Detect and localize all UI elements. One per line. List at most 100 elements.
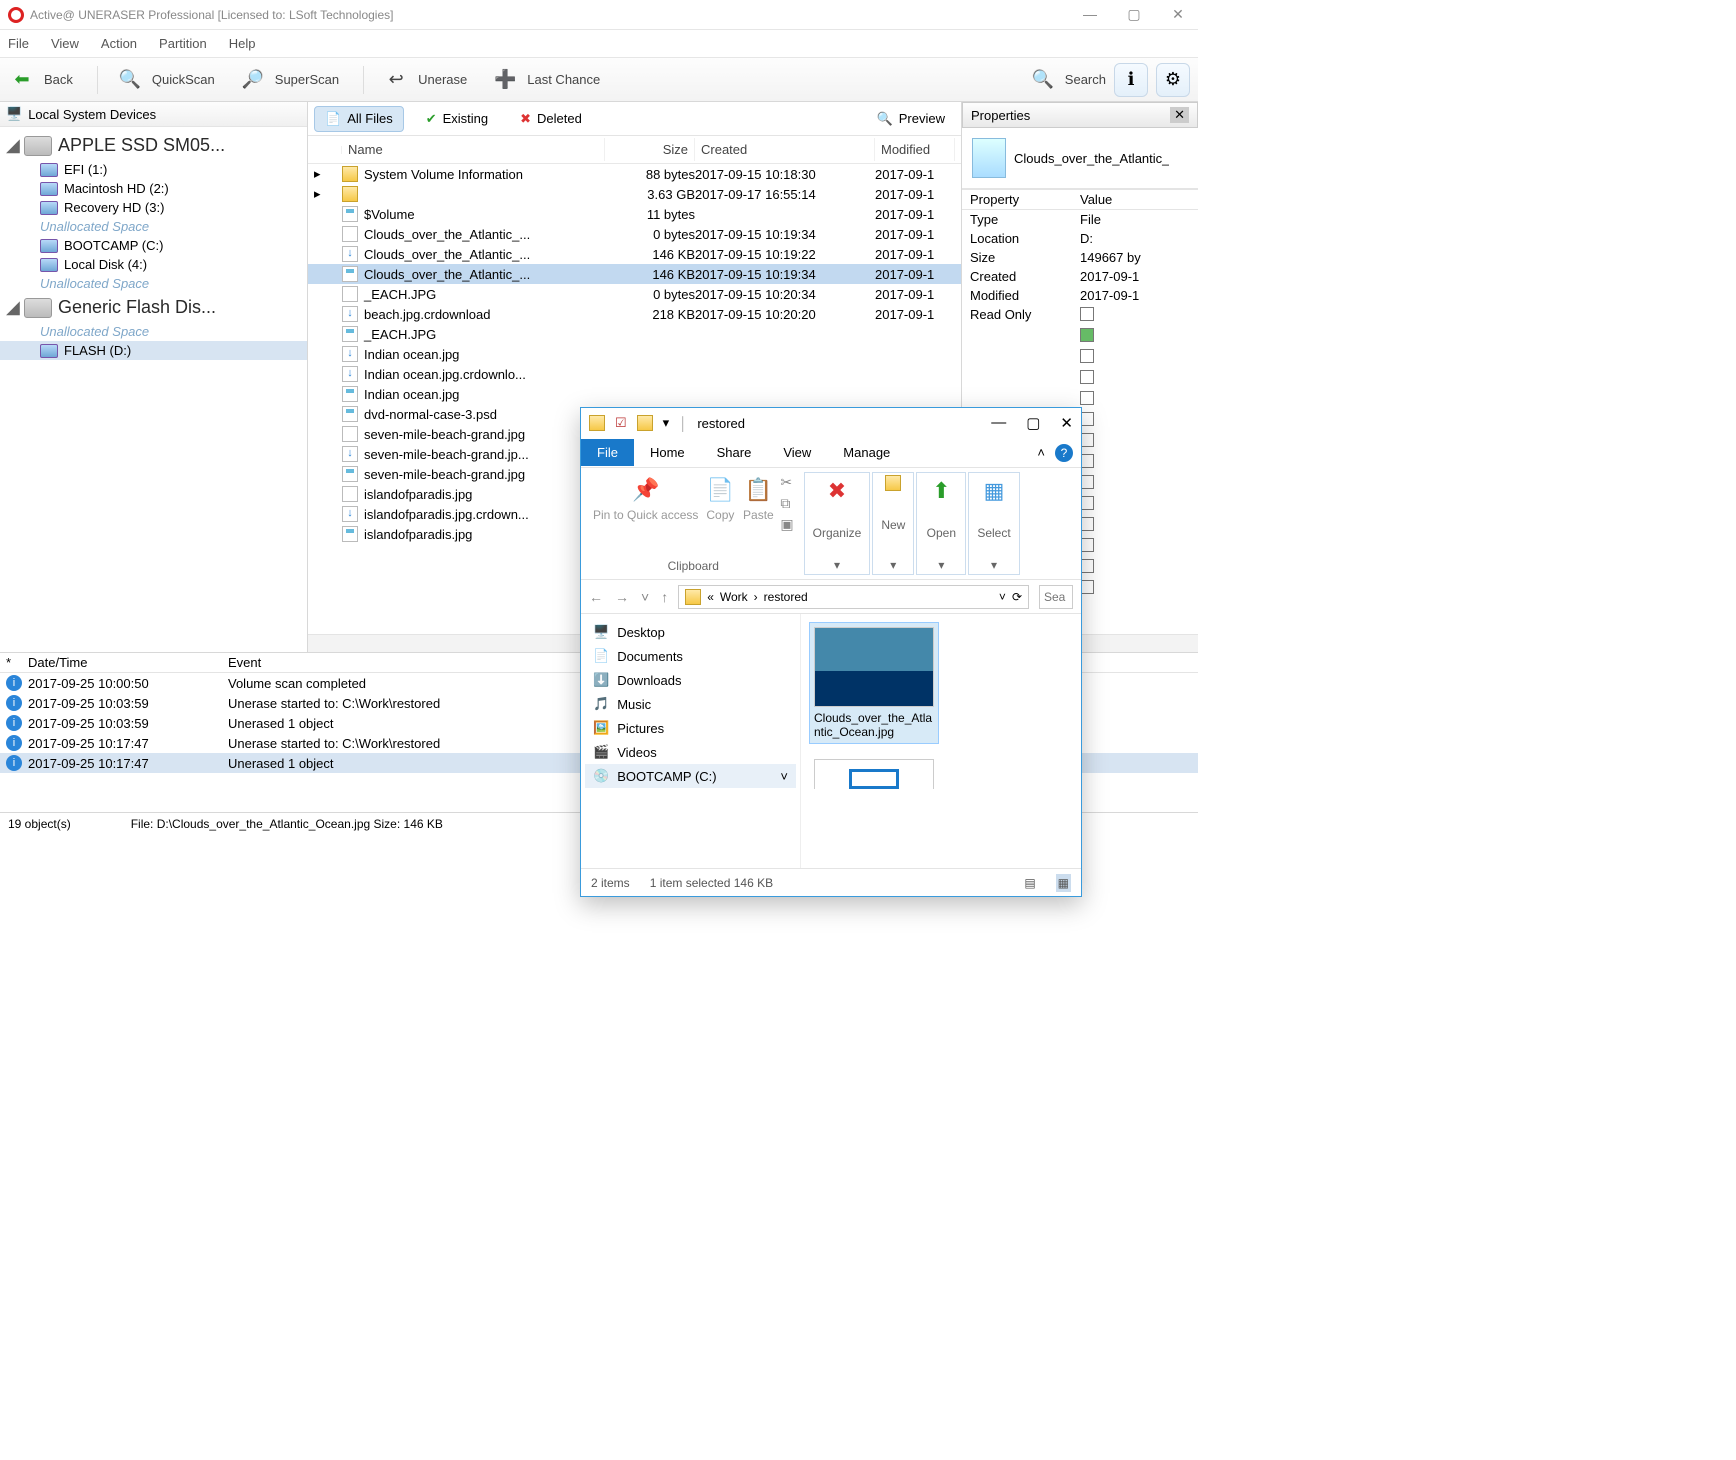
explorer-titlebar[interactable]: ☑ ▾ │ restored — ▢ ✕ [581, 408, 1081, 438]
lastchance-button[interactable]: ➕ Last Chance [491, 66, 600, 94]
checkbox[interactable] [1080, 517, 1094, 531]
explorer-window[interactable]: ☑ ▾ │ restored — ▢ ✕ File Home Share Vie… [580, 407, 1082, 897]
col-modified[interactable]: Modified [875, 138, 955, 161]
nav-item[interactable]: 🎬Videos [585, 740, 796, 764]
checkbox[interactable] [1080, 496, 1094, 510]
menu-partition[interactable]: Partition [159, 36, 207, 51]
file-row[interactable]: Clouds_over_the_Atlantic_...146 KB2017-0… [308, 244, 961, 264]
nav-item[interactable]: 🎵Music [585, 692, 796, 716]
volume-node[interactable]: BOOTCAMP (C:) [0, 236, 307, 255]
checkbox[interactable] [1080, 349, 1094, 363]
checkbox[interactable] [1080, 391, 1094, 405]
menu-view[interactable]: View [51, 36, 79, 51]
nav-history-icon[interactable]: ˅ [641, 589, 649, 605]
explorer-tab-file[interactable]: File [581, 439, 634, 466]
menu-help[interactable]: Help [229, 36, 256, 51]
file-thumbnail[interactable]: Clouds_over_the_Atlantic_Ocean.jpg [809, 622, 939, 744]
volume-node[interactable]: Recovery HD (3:) [0, 198, 307, 217]
properties-close-icon[interactable]: ✕ [1170, 107, 1189, 123]
explorer-tab-manage[interactable]: Manage [827, 439, 906, 466]
search-button[interactable]: 🔍 Search [1029, 66, 1106, 94]
checkbox[interactable] [1080, 580, 1094, 594]
help-icon[interactable]: ? [1055, 444, 1073, 462]
col-name[interactable]: Name [342, 138, 605, 161]
col-created[interactable]: Created [695, 138, 875, 161]
file-row[interactable]: Indian ocean.jpg.crdownlo... [308, 364, 961, 384]
checkbox[interactable] [1080, 475, 1094, 489]
ribbon-new[interactable]: New▾ [872, 472, 914, 575]
file-row[interactable]: ▸3.63 GB2017-09-17 16:55:142017-09-1 [308, 184, 961, 204]
unerase-button[interactable]: ↩ Unerase [363, 66, 467, 94]
back-button[interactable]: ⬅ Back [8, 66, 73, 94]
minimize-button[interactable]: — [1078, 6, 1102, 23]
nav-up-icon[interactable]: ↑ [661, 589, 668, 605]
volume-node[interactable]: Unallocated Space [0, 217, 307, 236]
nav-item[interactable]: 🖥️Desktop [585, 620, 796, 644]
checkbox[interactable] [1080, 454, 1094, 468]
file-row[interactable]: ▸System Volume Information88 bytes2017-0… [308, 164, 961, 184]
close-button[interactable]: ✕ [1166, 6, 1190, 23]
device-node[interactable]: ◢APPLE SSD SM05... [0, 131, 307, 160]
nav-item[interactable]: 🖼️Pictures [585, 716, 796, 740]
checkbox[interactable] [1080, 433, 1094, 447]
volume-node[interactable]: Macintosh HD (2:) [0, 179, 307, 198]
tab-existing[interactable]: ✔Existing [416, 107, 498, 131]
settings-button[interactable]: ⚙ [1156, 63, 1190, 97]
tab-preview[interactable]: 🔍Preview [867, 107, 955, 131]
explorer-tab-view[interactable]: View [767, 439, 827, 466]
nav-item[interactable]: 💿BOOTCAMP (C:)˅ [585, 764, 796, 788]
file-row[interactable]: Indian ocean.jpg [308, 384, 961, 404]
nav-fwd-icon[interactable]: → [615, 589, 629, 605]
icons-view-icon[interactable]: ▦ [1056, 874, 1071, 892]
checkbox[interactable] [1080, 328, 1094, 342]
device-node[interactable]: ◢Generic Flash Dis... [0, 293, 307, 322]
nav-item[interactable]: ⬇️Downloads [585, 668, 796, 692]
checkbox[interactable] [1080, 307, 1094, 321]
explorer-max-button[interactable]: ▢ [1026, 414, 1040, 432]
tab-all-files[interactable]: 📄All Files [314, 106, 404, 132]
explorer-min-button[interactable]: — [991, 414, 1006, 432]
search-input[interactable] [1039, 585, 1073, 609]
file-row[interactable]: Clouds_over_the_Atlantic_...146 KB2017-0… [308, 264, 961, 284]
checkbox[interactable] [1080, 370, 1094, 384]
file-row[interactable]: Clouds_over_the_Atlantic_...0 bytes2017-… [308, 224, 961, 244]
checkbox[interactable] [1080, 412, 1094, 426]
ribbon-open[interactable]: ⬆Open▾ [916, 472, 966, 575]
checkbox[interactable] [1080, 559, 1094, 573]
superscan-button[interactable]: 🔎 SuperScan [239, 66, 339, 94]
file-row[interactable]: _EACH.JPG0 bytes2017-09-15 10:20:342017-… [308, 284, 961, 304]
copy-path-icon[interactable]: ⧉ [780, 495, 793, 512]
volume-node[interactable]: Local Disk (4:) [0, 255, 307, 274]
volume-node[interactable]: FLASH (D:) [0, 341, 307, 360]
tab-deleted[interactable]: ✖Deleted [510, 107, 592, 131]
volume-node[interactable]: EFI (1:) [0, 160, 307, 179]
log-col-star[interactable]: * [6, 655, 28, 670]
file-row[interactable]: Indian ocean.jpg [308, 344, 961, 364]
ribbon-organize[interactable]: ✖Organize▾ [804, 472, 871, 575]
ribbon-pin[interactable]: 📌Pin to Quick access [593, 474, 698, 522]
collapse-ribbon-icon[interactable]: ˄ [1037, 445, 1045, 460]
ribbon-paste[interactable]: 📋Paste [742, 474, 774, 522]
address-bar[interactable]: « Work› restored ˅⟳ [678, 585, 1029, 609]
paste-shortcut-icon[interactable]: ▣ [780, 516, 793, 533]
checkbox[interactable] [1080, 538, 1094, 552]
nav-back-icon[interactable]: ← [589, 589, 603, 605]
volume-node[interactable]: Unallocated Space [0, 322, 307, 341]
explorer-content[interactable]: Clouds_over_the_Atlantic_Ocean.jpg [801, 614, 1081, 868]
menu-file[interactable]: File [8, 36, 29, 51]
quickscan-button[interactable]: 🔍 QuickScan [97, 66, 215, 94]
details-view-icon[interactable]: ▤ [1024, 876, 1035, 890]
file-row[interactable]: beach.jpg.crdownload218 KB2017-09-15 10:… [308, 304, 961, 324]
explorer-tab-share[interactable]: Share [701, 439, 768, 466]
explorer-tab-home[interactable]: Home [634, 439, 701, 466]
info-button[interactable]: ℹ [1114, 63, 1148, 97]
explorer-close-button[interactable]: ✕ [1060, 414, 1073, 432]
col-size[interactable]: Size [605, 138, 695, 161]
ribbon-select[interactable]: ▦Select▾ [968, 472, 1019, 575]
file-thumbnail-partial[interactable] [809, 754, 939, 794]
refresh-icon[interactable]: ⟳ [1012, 590, 1022, 604]
ribbon-copy[interactable]: 📄Copy [704, 474, 736, 522]
file-row[interactable]: $Volume11 bytes2017-09-1 [308, 204, 961, 224]
nav-item[interactable]: 📄Documents [585, 644, 796, 668]
log-col-datetime[interactable]: Date/Time [28, 655, 228, 670]
